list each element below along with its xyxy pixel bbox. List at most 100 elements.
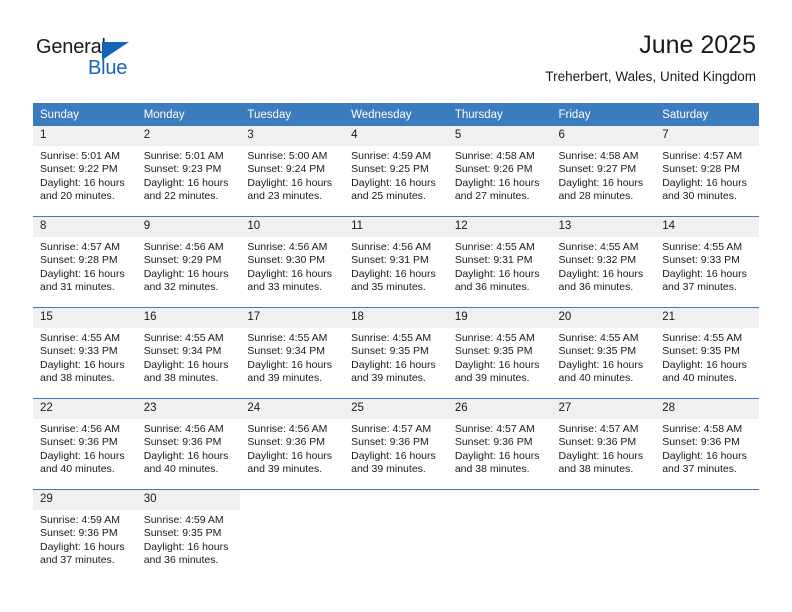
daylight-duration-line2: and 36 minutes. <box>454 281 530 294</box>
weekday-header-tuesday: Tuesday <box>240 103 345 126</box>
sunrise-time: Sunrise: 4:55 AM <box>454 332 535 344</box>
sunset-time: Sunset: 9:27 PM <box>558 163 637 176</box>
calendar-day-cell[interactable]: 9 Sunrise: 4:56 AM Sunset: 9:29 PM Daylight… <box>136 216 241 308</box>
day-sun-info: Sunrise: 4:59 AM Sunset: 9:35 PM Daylight:… <box>137 510 241 568</box>
calendar-day-cell[interactable]: 8 Sunrise: 4:57 AM Sunset: 9:28 PM Daylight… <box>33 216 137 308</box>
day-number: 24 <box>240 399 345 419</box>
calendar-day-cell[interactable]: 13 Sunrise: 4:55 AM Sunset: 9:32 PM Dayligh… <box>551 216 656 308</box>
calendar-day-cell[interactable]: 11 Sunrise: 4:56 AM Sunset: 9:31 PM Dayligh… <box>344 216 448 308</box>
sunset-time: Sunset: 9:36 PM <box>662 436 740 449</box>
day-number: 12 <box>447 217 552 237</box>
day-sun-info: Sunrise: 4:59 AM Sunset: 9:36 PM Daylight:… <box>33 510 137 568</box>
sunrise-time: Sunrise: 4:55 AM <box>662 332 743 344</box>
sunset-time: Sunset: 9:22 PM <box>40 163 118 176</box>
day-number: 4 <box>344 126 448 146</box>
calendar-day-cell[interactable]: 12 Sunrise: 4:55 AM Sunset: 9:31 PM Dayligh… <box>447 216 552 308</box>
sunrise-time: Sunrise: 5:01 AM <box>40 150 120 162</box>
daylight-duration-line1: Daylight: 16 hours <box>454 267 540 280</box>
daylight-duration-line1: Daylight: 16 hours <box>558 267 644 280</box>
title-block: June 2025 Treherbert, Wales, United King… <box>545 30 756 86</box>
daylight-duration-line2: and 28 minutes. <box>558 190 634 203</box>
calendar-day-cell[interactable]: 27 Sunrise: 4:57 AM Sunset: 9:36 PM Dayligh… <box>551 398 656 490</box>
sunrise-time: Sunrise: 4:58 AM <box>454 150 535 162</box>
day-sun-info: Sunrise: 4:57 AM Sunset: 9:28 PM Daylight:… <box>33 237 137 295</box>
calendar-day-cell[interactable]: 10 Sunrise: 4:56 AM Sunset: 9:30 PM Dayligh… <box>240 216 345 308</box>
calendar-day-cell[interactable]: 16 Sunrise: 4:55 AM Sunset: 9:34 PM Dayligh… <box>136 307 241 399</box>
calendar-day-cell[interactable]: 7 Sunrise: 4:57 AM Sunset: 9:28 PM Daylight… <box>655 126 759 217</box>
daylight-duration-line1: Daylight: 16 hours <box>247 449 333 462</box>
calendar-day-cell[interactable]: 4 Sunrise: 4:59 AM Sunset: 9:25 PM Daylight… <box>344 126 448 217</box>
day-sun-info: Sunrise: 4:58 AM Sunset: 9:27 PM Daylight:… <box>552 146 656 204</box>
daylight-duration-line1: Daylight: 16 hours <box>558 449 644 462</box>
sunrise-time: Sunrise: 4:58 AM <box>558 150 639 162</box>
day-sun-info: Sunrise: 4:55 AM Sunset: 9:35 PM Daylight:… <box>448 328 552 386</box>
sunset-time: Sunset: 9:36 PM <box>454 436 533 449</box>
day-number: 30 <box>136 490 241 510</box>
sunset-time: Sunset: 9:35 PM <box>143 527 222 540</box>
sunrise-time: Sunrise: 4:56 AM <box>143 241 224 253</box>
calendar-day-cell[interactable]: 24 Sunrise: 4:56 AM Sunset: 9:36 PM Dayligh… <box>240 398 345 490</box>
calendar-day-cell[interactable]: 26 Sunrise: 4:57 AM Sunset: 9:36 PM Dayligh… <box>447 398 552 490</box>
calendar-day-cell[interactable]: 28 Sunrise: 4:58 AM Sunset: 9:36 PM Dayligh… <box>655 398 759 490</box>
day-sun-info: Sunrise: 4:55 AM Sunset: 9:33 PM Daylight:… <box>33 328 137 386</box>
daylight-duration-line2: and 39 minutes. <box>351 463 426 476</box>
day-number: 23 <box>136 399 241 419</box>
daylight-duration-line2: and 25 minutes. <box>351 190 426 203</box>
calendar-day-cell[interactable]: 1 Sunrise: 5:01 AM Sunset: 9:22 PM Daylight… <box>33 126 137 217</box>
day-sun-info: Sunrise: 4:57 AM Sunset: 9:36 PM Daylight:… <box>552 419 656 477</box>
sunset-time: Sunset: 9:28 PM <box>662 163 740 176</box>
daylight-duration-line2: and 38 minutes. <box>558 463 634 476</box>
day-number: 22 <box>33 399 137 419</box>
general-blue-logo[interactable]: General Blue <box>36 36 156 86</box>
daylight-duration-line2: and 38 minutes. <box>40 372 115 385</box>
daylight-duration-line1: Daylight: 16 hours <box>454 176 540 189</box>
calendar-day-cell[interactable]: 3 Sunrise: 5:00 AM Sunset: 9:24 PM Daylight… <box>240 126 345 217</box>
calendar-day-cell[interactable]: 5 Sunrise: 4:58 AM Sunset: 9:26 PM Daylight… <box>447 126 552 217</box>
day-number: 28 <box>655 399 759 419</box>
calendar-grid: Sunday Monday Tuesday Wednesday Thursday… <box>33 103 759 580</box>
calendar-day-cell[interactable]: 23 Sunrise: 4:56 AM Sunset: 9:36 PM Dayligh… <box>136 398 241 490</box>
calendar-day-cell[interactable]: 18 Sunrise: 4:55 AM Sunset: 9:35 PM Dayligh… <box>344 307 448 399</box>
sunrise-time: Sunrise: 4:55 AM <box>454 241 535 253</box>
day-number <box>448 490 552 510</box>
calendar-day-cell[interactable]: 15 Sunrise: 4:55 AM Sunset: 9:33 PM Dayligh… <box>33 307 137 399</box>
calendar-day-cell[interactable]: 30 Sunrise: 4:59 AM Sunset: 9:35 PM Dayligh… <box>136 489 241 580</box>
sunrise-time: Sunrise: 4:56 AM <box>247 241 328 253</box>
sunset-time: Sunset: 9:36 PM <box>143 436 222 449</box>
daylight-duration-line1: Daylight: 16 hours <box>247 176 333 189</box>
calendar-week-row: 29 Sunrise: 4:59 AM Sunset: 9:36 PM Dayligh… <box>33 489 759 580</box>
daylight-duration-line2: and 23 minutes. <box>247 190 323 203</box>
calendar-day-cell[interactable]: 20 Sunrise: 4:55 AM Sunset: 9:35 PM Dayligh… <box>551 307 656 399</box>
calendar-empty-cell <box>447 489 552 580</box>
sunrise-time: Sunrise: 4:58 AM <box>662 423 743 435</box>
calendar-day-cell[interactable]: 14 Sunrise: 4:55 AM Sunset: 9:33 PM Dayligh… <box>655 216 759 308</box>
calendar-day-cell[interactable]: 17 Sunrise: 4:55 AM Sunset: 9:34 PM Dayligh… <box>240 307 345 399</box>
day-number: 16 <box>136 308 241 328</box>
day-sun-info: Sunrise: 4:57 AM Sunset: 9:28 PM Daylight:… <box>655 146 759 204</box>
sunrise-time: Sunrise: 4:59 AM <box>40 514 120 526</box>
sunrise-time: Sunrise: 4:55 AM <box>40 332 120 344</box>
daylight-duration-line2: and 39 minutes. <box>454 372 530 385</box>
sunset-time: Sunset: 9:36 PM <box>558 436 637 449</box>
calendar-day-cell[interactable]: 2 Sunrise: 5:01 AM Sunset: 9:23 PM Daylight… <box>136 126 241 217</box>
day-number: 2 <box>136 126 241 146</box>
logo-text-general: General <box>36 36 106 58</box>
sunset-time: Sunset: 9:30 PM <box>247 254 326 267</box>
sunset-time: Sunset: 9:36 PM <box>351 436 429 449</box>
calendar-day-cell[interactable]: 19 Sunrise: 4:55 AM Sunset: 9:35 PM Dayligh… <box>447 307 552 399</box>
day-number <box>344 490 448 510</box>
calendar-day-cell[interactable]: 6 Sunrise: 4:58 AM Sunset: 9:27 PM Daylight… <box>551 126 656 217</box>
daylight-duration-line1: Daylight: 16 hours <box>143 358 229 371</box>
calendar-day-cell[interactable]: 21 Sunrise: 4:55 AM Sunset: 9:35 PM Dayligh… <box>655 307 759 399</box>
day-sun-info: Sunrise: 4:55 AM Sunset: 9:35 PM Daylight:… <box>552 328 656 386</box>
day-sun-info: Sunrise: 4:59 AM Sunset: 9:25 PM Daylight:… <box>344 146 448 204</box>
calendar-day-cell[interactable]: 25 Sunrise: 4:57 AM Sunset: 9:36 PM Dayligh… <box>344 398 448 490</box>
calendar-day-cell[interactable]: 22 Sunrise: 4:56 AM Sunset: 9:36 PM Dayligh… <box>33 398 137 490</box>
calendar-day-cell[interactable]: 29 Sunrise: 4:59 AM Sunset: 9:36 PM Dayligh… <box>33 489 137 580</box>
daylight-duration-line1: Daylight: 16 hours <box>558 358 644 371</box>
daylight-duration-line2: and 40 minutes. <box>143 463 219 476</box>
day-number: 8 <box>33 217 137 237</box>
daylight-duration-line1: Daylight: 16 hours <box>351 449 436 462</box>
page-header: General Blue June 2025 Treherbert, Wales… <box>0 0 792 96</box>
sunset-time: Sunset: 9:32 PM <box>558 254 637 267</box>
